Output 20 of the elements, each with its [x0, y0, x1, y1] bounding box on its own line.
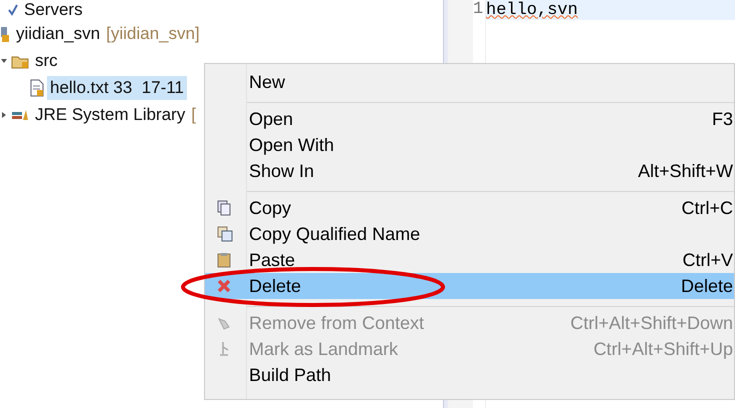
- landmark-icon: [217, 341, 231, 357]
- tree-item[interactable]: hello.txt 33 17-11: [47, 76, 187, 100]
- project-icon: [0, 24, 10, 42]
- menu-item[interactable]: Delete Delete: [205, 273, 734, 299]
- project-decoration: [yiidian_svn]: [106, 24, 200, 44]
- code-text: hello,svn: [486, 0, 578, 20]
- clipboard-icon: [217, 252, 231, 268]
- copy-list-icon: [217, 226, 233, 242]
- text-file-icon: [30, 78, 44, 96]
- check-icon: [8, 3, 18, 17]
- tree-item[interactable]: yiidian_svn: [13, 22, 104, 46]
- remove-icon: [217, 316, 231, 330]
- collapse-arrow-icon[interactable]: [0, 58, 8, 64]
- tree-item[interactable]: Servers: [21, 0, 86, 22]
- copy-icon: [217, 200, 231, 216]
- tree-item[interactable]: JRE System Library: [32, 102, 188, 126]
- tree-item[interactable]: src: [32, 48, 61, 72]
- expand-arrow-icon[interactable]: [0, 112, 8, 118]
- delete-icon: [217, 279, 231, 293]
- project-decoration: [: [191, 104, 196, 124]
